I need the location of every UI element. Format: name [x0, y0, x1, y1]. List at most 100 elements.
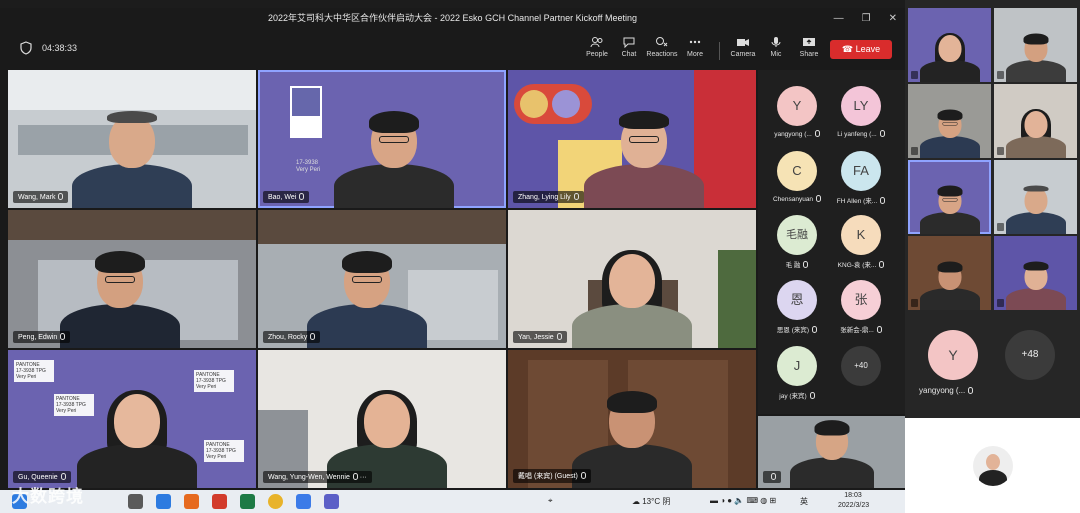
avatar: J	[777, 346, 817, 386]
powerpoint-icon[interactable]	[212, 494, 227, 509]
more-button[interactable]: More	[678, 34, 712, 58]
video-tile-active-speaker[interactable]: 17-3938 Very Peri Bao, Wei	[258, 70, 506, 208]
participant-item[interactable]: J jay (来宾)	[762, 346, 832, 400]
participant-item[interactable]: C Chensanyuan	[762, 151, 832, 203]
more-icon	[689, 40, 701, 44]
participant-item[interactable]: 毛融 毛 融	[762, 215, 832, 269]
participant-item[interactable]: FA FH Allen (来...	[826, 151, 896, 205]
video-tile[interactable]	[994, 84, 1077, 158]
video-tile[interactable]: Zhou, Rocky	[258, 210, 506, 348]
mic-label: Mic	[770, 51, 782, 58]
camera-button[interactable]: Camera	[726, 34, 760, 58]
mic-button[interactable]: Mic	[759, 34, 793, 58]
participant-video	[1005, 33, 1066, 82]
mic-muted-icon	[911, 147, 918, 155]
mic-icon	[60, 333, 66, 340]
video-tile[interactable]	[908, 8, 991, 82]
video-tile[interactable]: Peng, Edwin	[8, 210, 256, 348]
video-tile[interactable]: Wang, Yung-Wen, Wennie ···	[258, 350, 506, 488]
people-icon	[590, 37, 603, 48]
more-options-icon[interactable]: ···	[358, 474, 367, 481]
presenter-strip	[905, 418, 1080, 513]
close-icon[interactable]: ✕	[889, 13, 897, 24]
people-button[interactable]: People	[580, 34, 614, 58]
mic-icon	[556, 333, 562, 340]
reactions-icon	[656, 37, 668, 47]
participant-video	[919, 109, 980, 158]
participant-item[interactable]: LY Li yanfeng (...	[826, 86, 896, 138]
mic-muted-icon	[997, 71, 1004, 79]
participant-name: yangyong (...	[919, 386, 974, 395]
teams-icon[interactable]	[324, 494, 339, 509]
mic-muted-icon	[911, 71, 918, 79]
participant-name: Chensanyuan	[762, 195, 832, 203]
more-participants-button[interactable]: +48	[1005, 330, 1055, 380]
video-tile[interactable]: Yan, Jessie	[508, 210, 756, 348]
meeting-toolbar: 04:38:33 People Chat Reactions More Came…	[0, 30, 905, 70]
firefox-icon[interactable]	[184, 494, 199, 509]
video-tile[interactable]: PANTONE 17-3938 TPG Very Peri PANTONE 17-39…	[8, 350, 256, 488]
excel-icon[interactable]	[240, 494, 255, 509]
avatar: 张	[841, 280, 881, 320]
participant-name-tag: 戴唱 (来宾) (Guest)	[513, 469, 591, 483]
participant-name-tag: Yan, Jessie	[513, 331, 567, 343]
chrome-icon[interactable]	[268, 494, 283, 509]
leave-button[interactable]: ☎ Leave	[830, 40, 892, 59]
self-video-tile[interactable]	[758, 416, 905, 488]
mic-icon	[580, 472, 586, 479]
video-tile[interactable]	[994, 236, 1077, 310]
chat-button[interactable]: Chat	[612, 34, 646, 58]
participant-item[interactable]: K KNG-袁 (来...	[826, 215, 896, 269]
participant-video	[919, 261, 980, 310]
video-tile[interactable]: Wang, Mark	[8, 70, 256, 208]
avatar: Y	[777, 86, 817, 126]
video-tile[interactable]: Zhang, Lying Lily	[508, 70, 756, 208]
participant-item[interactable]: 恩 思恩 (来宾)	[762, 280, 832, 334]
watermark-text: 大数跨境	[12, 487, 84, 506]
photos-icon[interactable]	[296, 494, 311, 509]
avatar[interactable]: Y	[928, 330, 978, 380]
window-controls: — ❐ ✕	[834, 8, 897, 28]
weather-widget[interactable]: ☁ 13°C 阴	[632, 496, 670, 507]
more-participants-button[interactable]: +40	[826, 346, 896, 386]
video-tile[interactable]: 戴唱 (来宾) (Guest)	[508, 350, 756, 488]
edge-icon[interactable]	[156, 494, 171, 509]
share-button[interactable]: Share	[792, 34, 826, 58]
video-tile-active-speaker[interactable]	[908, 160, 991, 234]
meeting-timer: 04:38:33	[42, 43, 78, 53]
maximize-icon[interactable]: ❐	[862, 13, 871, 24]
video-tile[interactable]	[908, 236, 991, 310]
participant-video	[1005, 109, 1066, 158]
more-label: More	[687, 51, 703, 58]
video-tile[interactable]	[994, 8, 1077, 82]
participant-video	[307, 251, 428, 348]
shield-icon[interactable]	[20, 41, 32, 55]
participant-video	[572, 250, 692, 348]
avatar	[973, 446, 1013, 486]
participant-name: Li yanfeng (...	[826, 130, 896, 138]
participant-name: KNG-袁 (来...	[826, 259, 896, 269]
mic-muted-icon	[997, 299, 1004, 307]
participant-name: 思恩 (来宾)	[762, 324, 832, 334]
avatar: 毛融	[777, 215, 817, 255]
mic-muted-icon	[997, 223, 1004, 231]
avatar: FA	[841, 151, 881, 191]
pantone-poster	[290, 86, 322, 138]
reactions-button[interactable]: Reactions	[645, 34, 679, 58]
pantone-card: PANTONE 17-3938 TPG Very Peri	[14, 360, 54, 382]
video-tile[interactable]	[994, 160, 1077, 234]
minimize-icon[interactable]: —	[834, 13, 844, 24]
video-tile[interactable]	[908, 84, 991, 158]
participant-name-tag: Wang, Mark	[13, 191, 69, 203]
network-icon[interactable]: ⌖	[548, 496, 553, 506]
tray-icons[interactable]: ▬ ◑ ● 🔈 ⌨ ◍ ⊞	[710, 496, 776, 505]
system-clock[interactable]: 18:03 2022/3/23	[838, 491, 869, 511]
task-view-icon[interactable]	[128, 494, 143, 509]
mic-icon	[968, 387, 974, 394]
input-language[interactable]: 英	[800, 496, 808, 507]
chat-label: Chat	[621, 51, 637, 58]
participant-item[interactable]: 张 张新会-鼎...	[826, 280, 896, 334]
participant-name-tag: Wang, Yung-Wen, Wennie ···	[263, 471, 372, 483]
windows-taskbar: ⌖ ☁ 13°C 阴 ▬ ◑ ● 🔈 ⌨ ◍ ⊞ 英 18:03 2022/3/2…	[0, 490, 905, 513]
participant-item[interactable]: Y yangyong (...	[762, 86, 832, 138]
